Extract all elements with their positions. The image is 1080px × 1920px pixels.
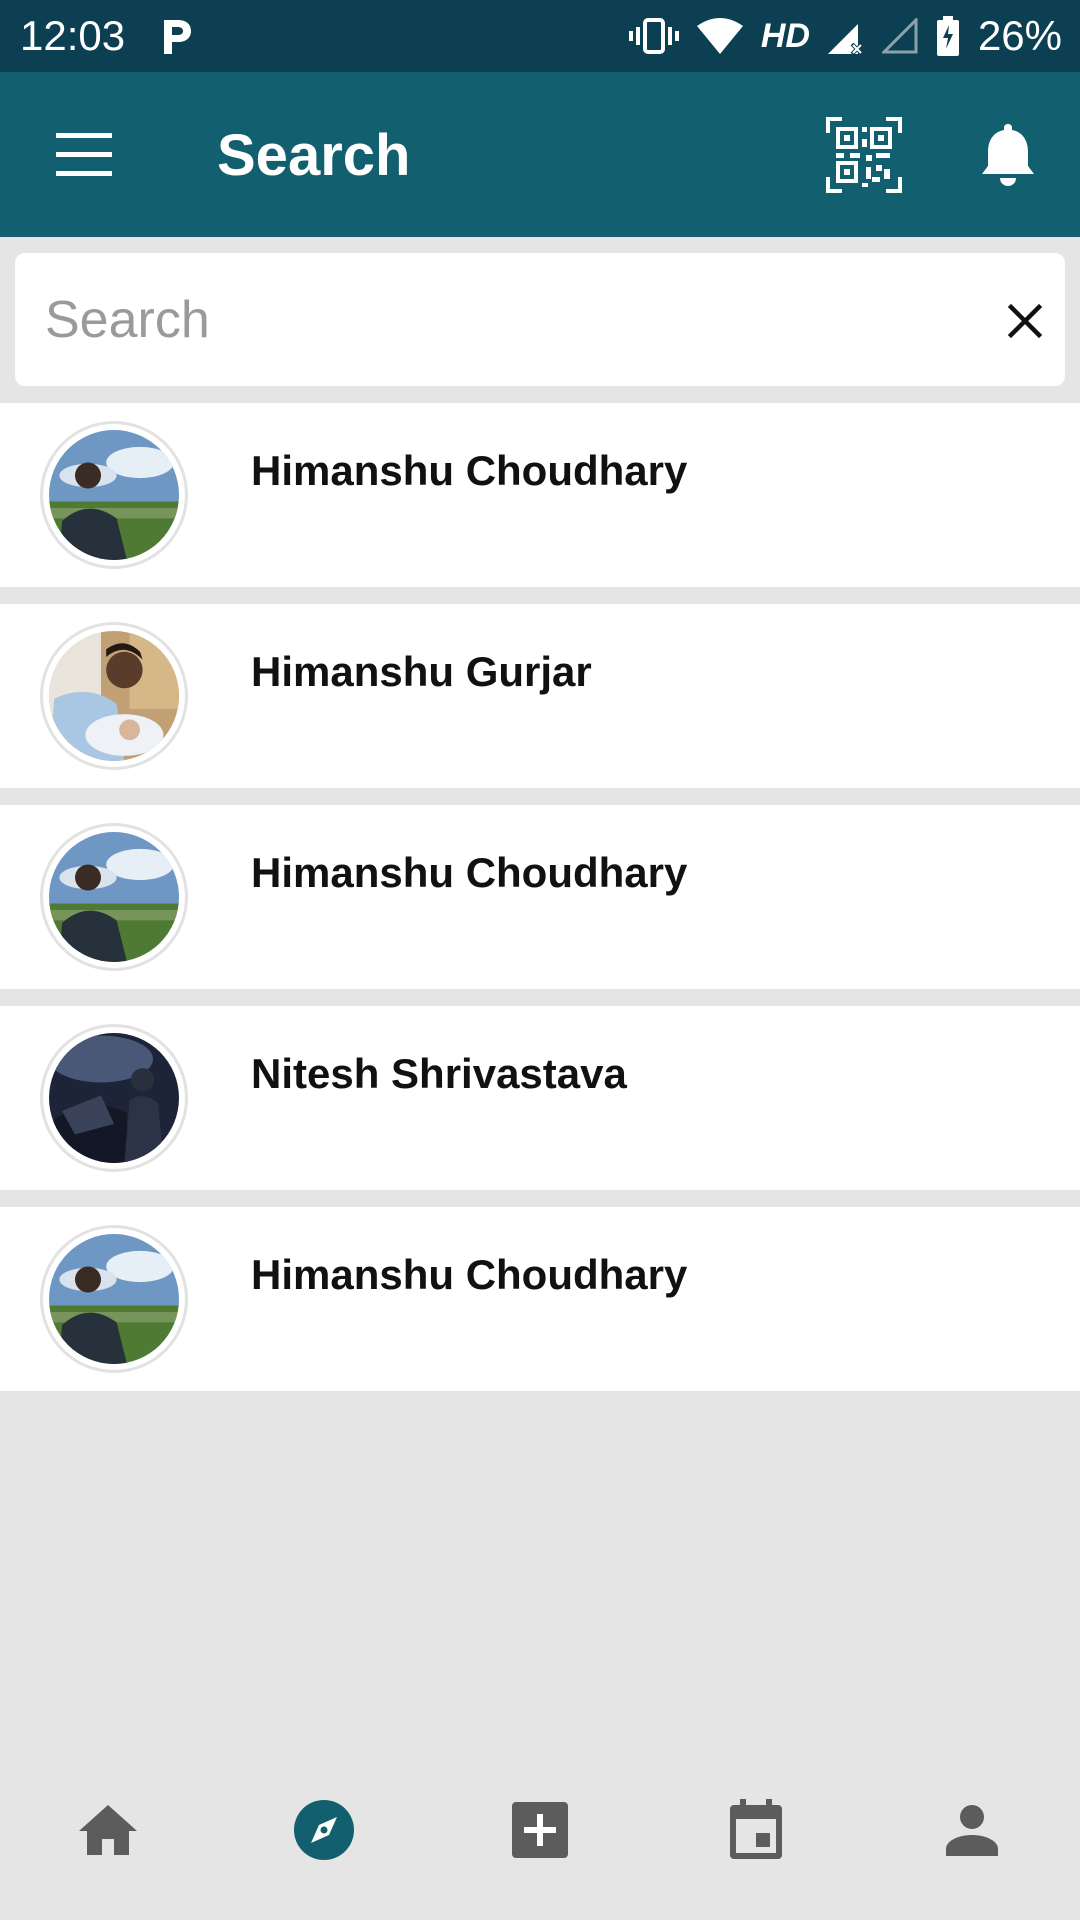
avatar [40, 1225, 188, 1373]
app-bar: Search [0, 72, 1080, 237]
avatar-photo [49, 1033, 179, 1163]
result-name: Nitesh Shrivastava [251, 1050, 627, 1097]
avatar [40, 1024, 188, 1172]
avatar [40, 421, 188, 569]
calendar-icon [730, 1799, 782, 1859]
battery-percent: 26% [977, 12, 1062, 59]
page-title: Search [217, 123, 411, 188]
menu-icon[interactable] [48, 127, 120, 183]
network-type-label: HD [760, 16, 810, 55]
bottom-nav [0, 1770, 1080, 1890]
result-name: Himanshu Choudhary [251, 447, 688, 494]
list-item[interactable]: Himanshu Gurjar [0, 604, 1080, 788]
signal-icon [827, 24, 864, 54]
explore-icon [294, 1800, 354, 1860]
result-name: Himanshu Choudhary [251, 1251, 688, 1298]
avatar [40, 622, 188, 770]
search-input[interactable] [45, 273, 945, 366]
add-icon [512, 1802, 568, 1858]
avatar-photo [49, 631, 179, 761]
parking-icon [164, 20, 191, 54]
list-item[interactable]: Himanshu Choudhary [0, 805, 1080, 989]
nav-profile[interactable] [902, 1770, 1042, 1890]
nav-calendar[interactable] [686, 1770, 826, 1890]
list-item[interactable]: Himanshu Choudhary [0, 1207, 1080, 1391]
avatar-photo [49, 1234, 179, 1364]
battery-icon [936, 16, 959, 56]
vibrate-icon [628, 18, 679, 54]
status-bar: 12:03 HD 26% [0, 0, 1080, 72]
home-icon [79, 1805, 137, 1855]
result-name: Himanshu Choudhary [251, 849, 688, 896]
nav-add[interactable] [470, 1770, 610, 1890]
avatar [40, 823, 188, 971]
list-item[interactable]: Nitesh Shrivastava [0, 1006, 1080, 1190]
close-icon[interactable] [1005, 301, 1045, 341]
wifi-icon [696, 18, 743, 54]
status-icons: HD 26% [628, 12, 1062, 60]
search-results-list: Himanshu Choudhary Himanshu Gurjar Himan… [0, 403, 1080, 1408]
bell-icon[interactable] [978, 120, 1038, 188]
avatar-photo [49, 430, 179, 560]
avatar-photo [49, 832, 179, 962]
nav-explore[interactable] [254, 1770, 394, 1890]
status-time: 12:03 [20, 12, 126, 59]
profile-icon [946, 1805, 998, 1856]
signal-empty-icon [881, 18, 918, 54]
nav-home[interactable] [38, 1770, 178, 1890]
result-name: Himanshu Gurjar [251, 648, 592, 695]
list-item[interactable]: Himanshu Choudhary [0, 403, 1080, 587]
qr-code-icon[interactable] [826, 117, 902, 193]
search-box [15, 253, 1065, 386]
